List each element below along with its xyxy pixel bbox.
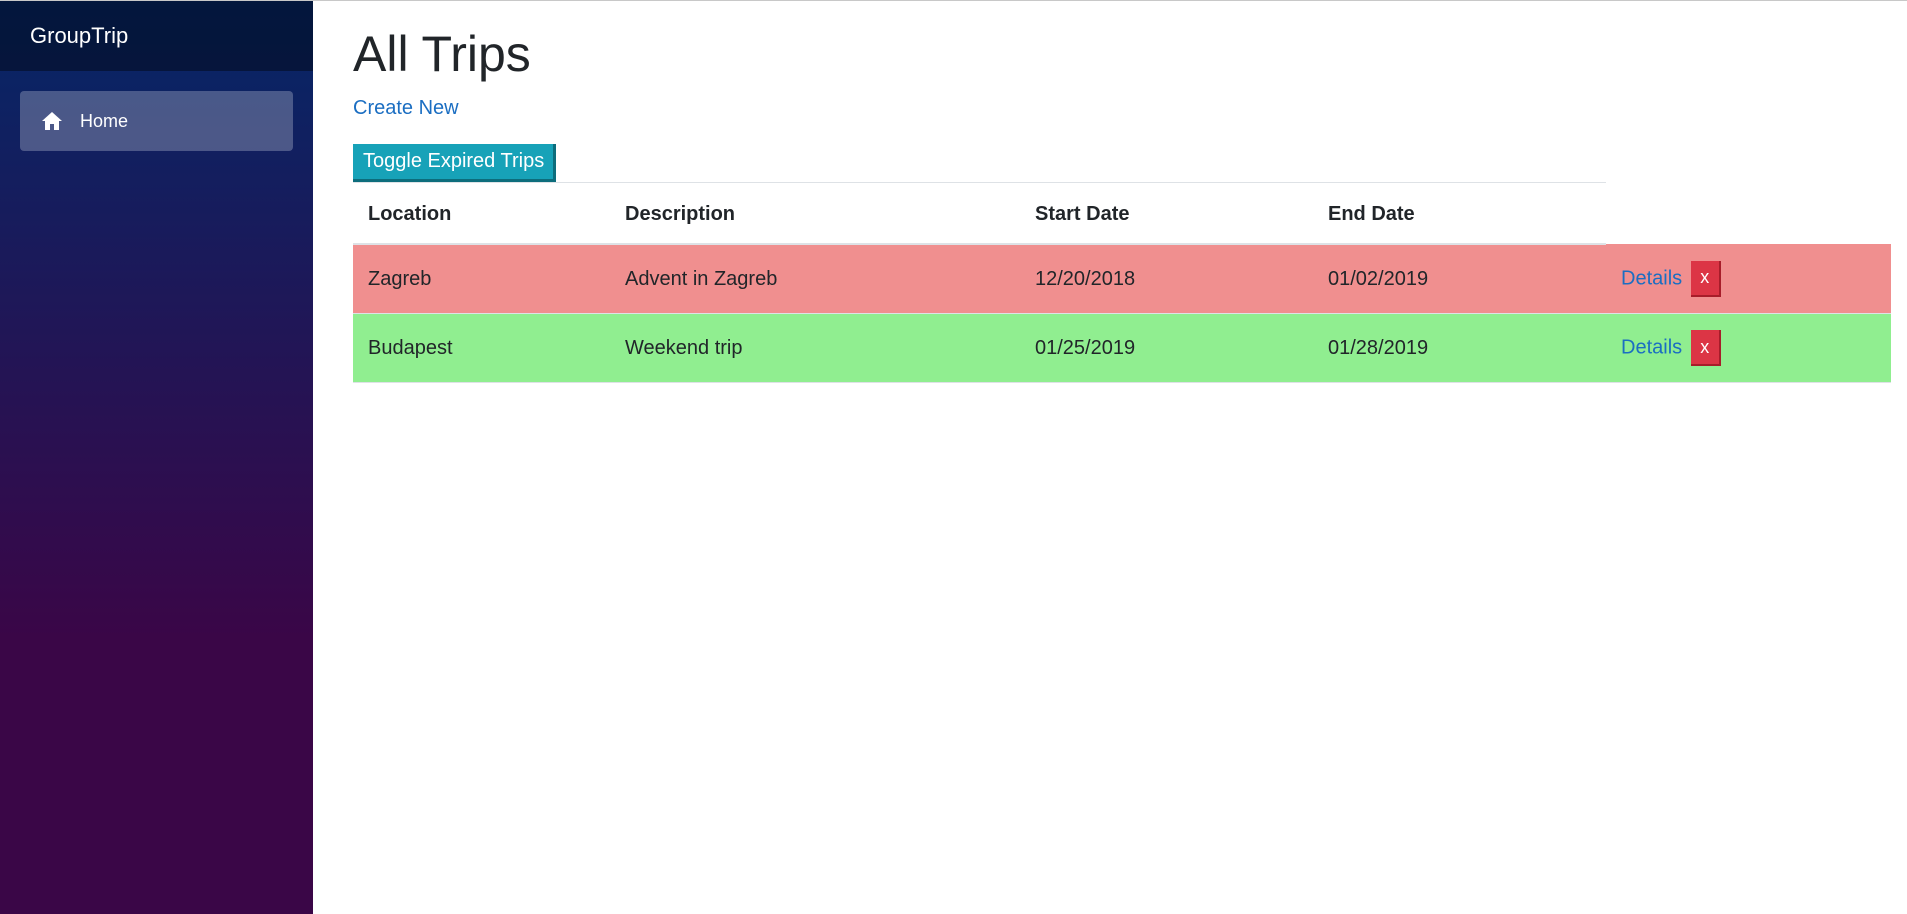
app-root: GroupTrip Home All Trips Create New Togg… (0, 0, 1907, 914)
column-header-actions (1606, 183, 1891, 245)
cell-description: Advent in Zagreb (610, 244, 1020, 314)
sidebar-nav: Home (0, 71, 313, 151)
sidebar-header: GroupTrip (0, 1, 313, 71)
brand-link[interactable]: GroupTrip (30, 23, 128, 49)
trips-table: Location Description Start Date End Date… (353, 182, 1891, 383)
home-icon (40, 109, 64, 133)
cell-actions: Details x (1606, 313, 1891, 383)
column-header-description: Description (610, 182, 1020, 245)
create-new-link[interactable]: Create New (353, 97, 459, 120)
cell-end-date: 01/02/2019 (1313, 244, 1606, 314)
details-link[interactable]: Details (1621, 337, 1682, 359)
cell-description: Weekend trip (610, 313, 1020, 383)
table-header-row: Location Description Start Date End Date (353, 182, 1891, 245)
column-header-end-date: End Date (1313, 182, 1606, 245)
details-link[interactable]: Details (1621, 267, 1682, 289)
toggle-expired-trips-button[interactable]: Toggle Expired Trips (353, 144, 557, 182)
table-row: Budapest Weekend trip 01/25/2019 01/28/2… (353, 313, 1891, 383)
cell-location: Budapest (353, 313, 610, 383)
delete-button[interactable]: x (1690, 330, 1721, 366)
column-header-location: Location (353, 182, 610, 245)
cell-location: Zagreb (353, 244, 610, 314)
sidebar-item-label: Home (80, 110, 129, 131)
sidebar-item-home[interactable]: Home (20, 91, 293, 151)
table-row: Zagreb Advent in Zagreb 12/20/2018 01/02… (353, 244, 1891, 314)
page-title: All Trips (353, 26, 531, 82)
cell-start-date: 01/25/2019 (1020, 313, 1313, 383)
sidebar: GroupTrip Home (0, 1, 313, 914)
cell-actions: Details x (1606, 244, 1891, 314)
column-header-start-date: Start Date (1020, 182, 1313, 245)
delete-button[interactable]: x (1690, 260, 1721, 297)
main-content: All Trips Create New Toggle Expired Trip… (353, 1, 1907, 383)
cell-start-date: 12/20/2018 (1020, 244, 1313, 314)
cell-end-date: 01/28/2019 (1313, 313, 1606, 383)
